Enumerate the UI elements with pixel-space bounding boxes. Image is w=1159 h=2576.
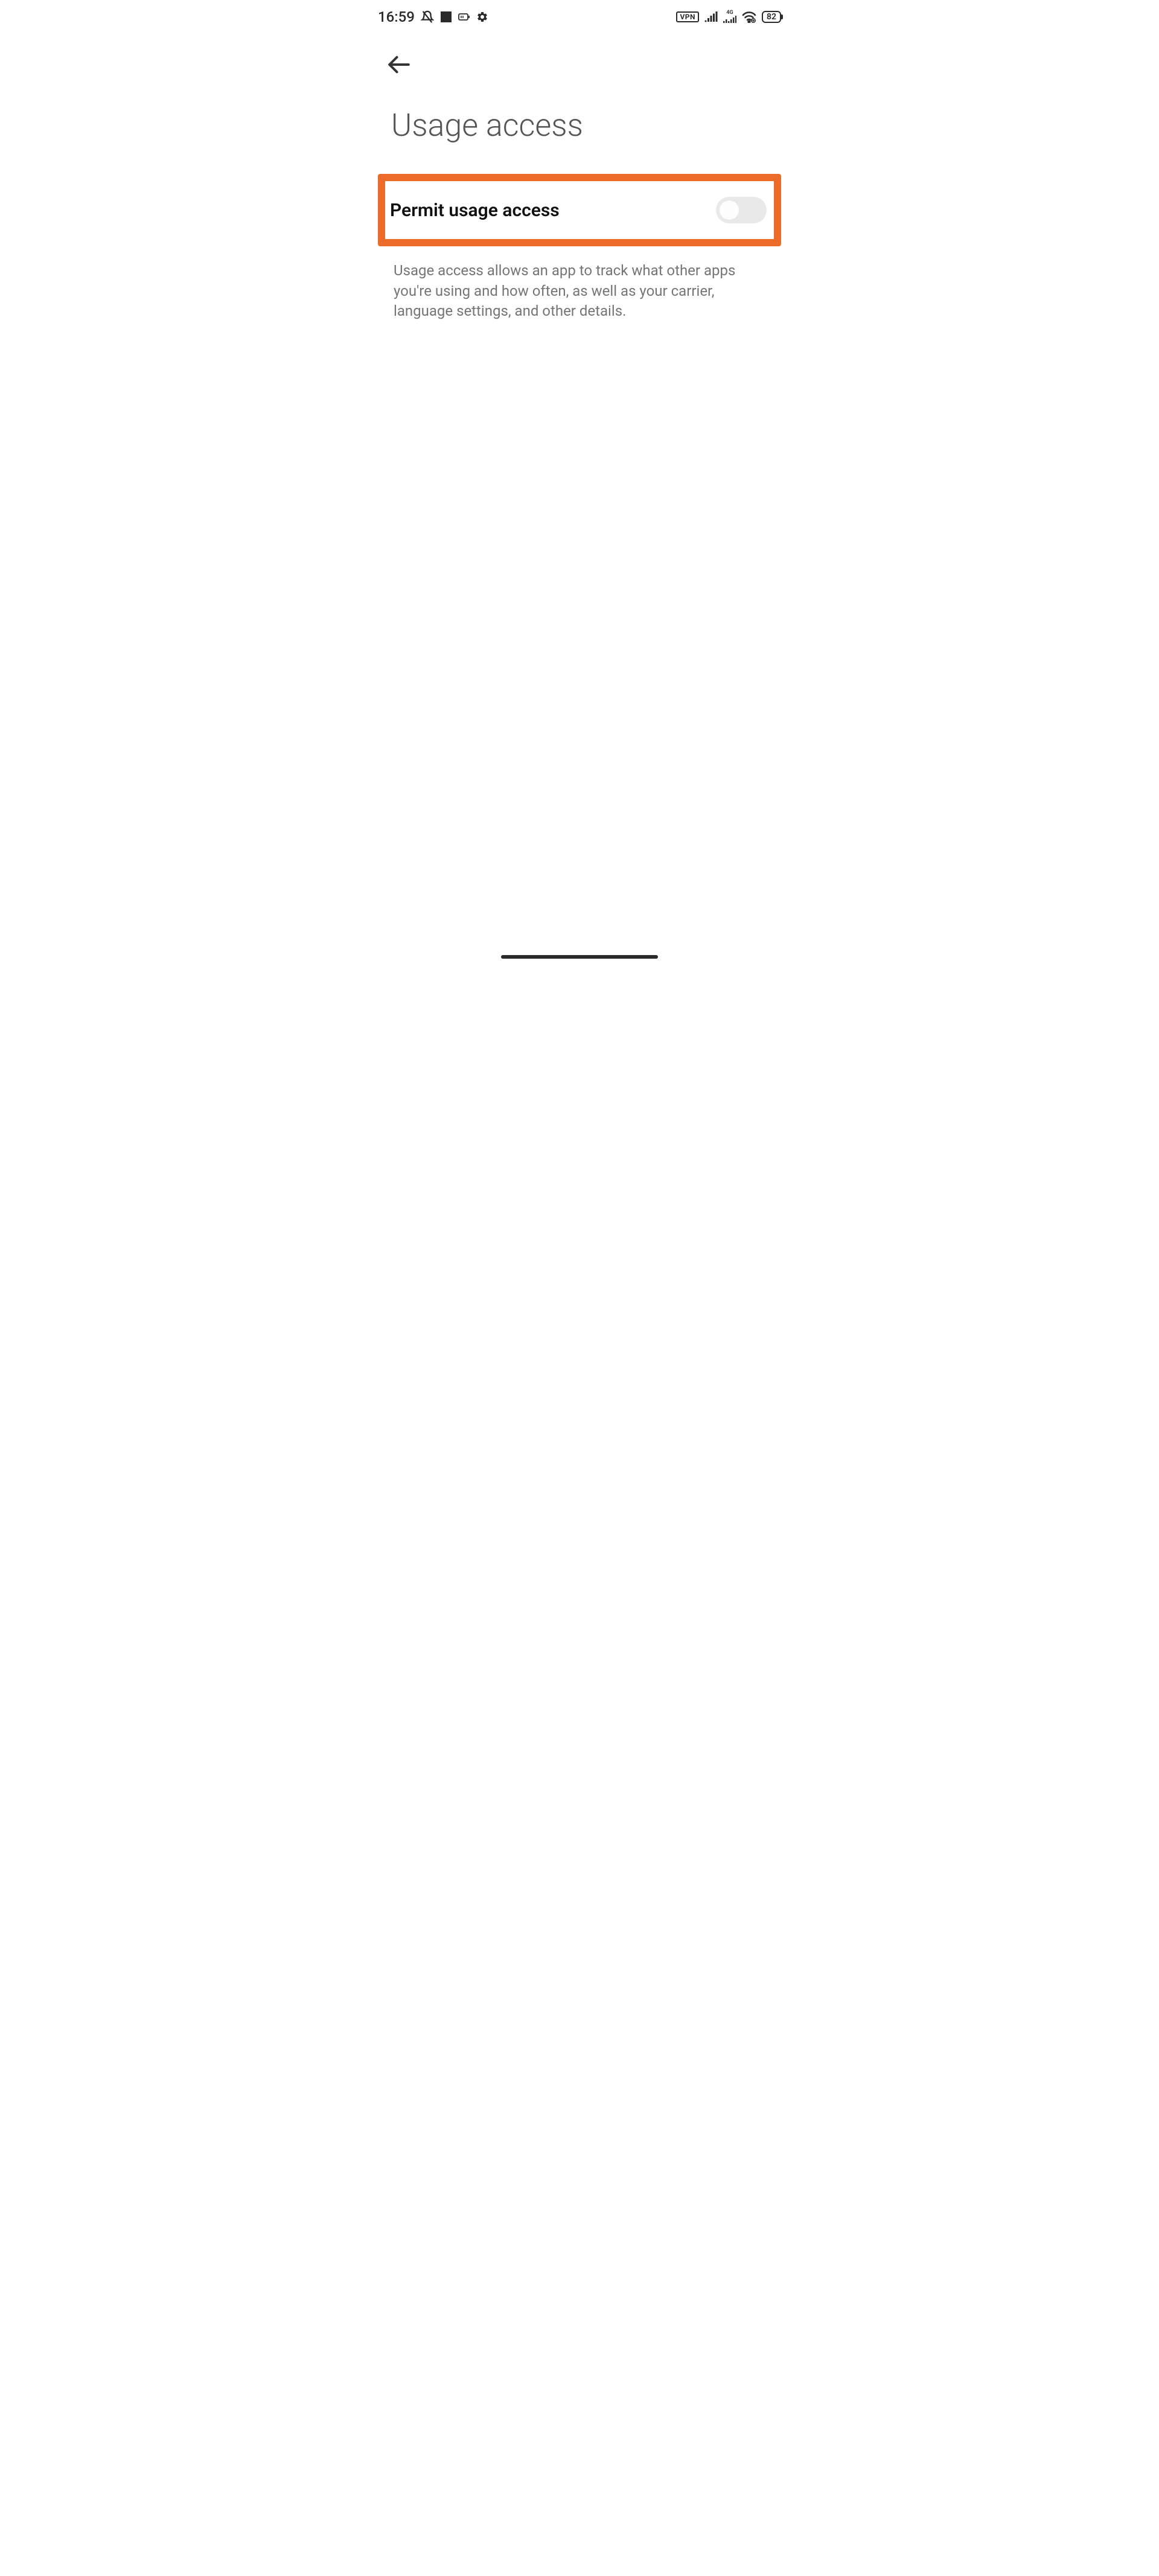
status-bar-left: 16:59 — [378, 8, 488, 25]
back-button[interactable] — [386, 52, 412, 77]
status-bar-right: VPN 4G — [676, 10, 781, 24]
permit-usage-label: Permit usage access — [390, 200, 560, 221]
network-type-label: 4G — [726, 10, 733, 16]
status-time: 16:59 — [378, 8, 415, 25]
permit-usage-toggle[interactable] — [716, 197, 767, 223]
battery-indicator: 82 — [762, 11, 781, 23]
battery-small-icon — [458, 13, 470, 21]
page-title: Usage access — [362, 86, 797, 174]
navigation-handle[interactable] — [501, 955, 658, 959]
status-bar: 16:59 VPN — [362, 0, 797, 34]
permit-usage-row[interactable]: Permit usage access — [378, 174, 781, 246]
vpn-indicator: VPN — [676, 11, 699, 22]
mute-icon — [421, 10, 434, 24]
toggle-knob — [720, 200, 739, 220]
usage-description: Usage access allows an app to track what… — [362, 246, 797, 336]
square-icon — [440, 11, 452, 23]
header-area — [362, 34, 797, 86]
mobile-data-indicator: 4G — [723, 10, 736, 24]
settings-gear-icon — [476, 11, 488, 23]
signal-bars-icon — [704, 11, 718, 22]
wifi-icon — [742, 11, 756, 23]
